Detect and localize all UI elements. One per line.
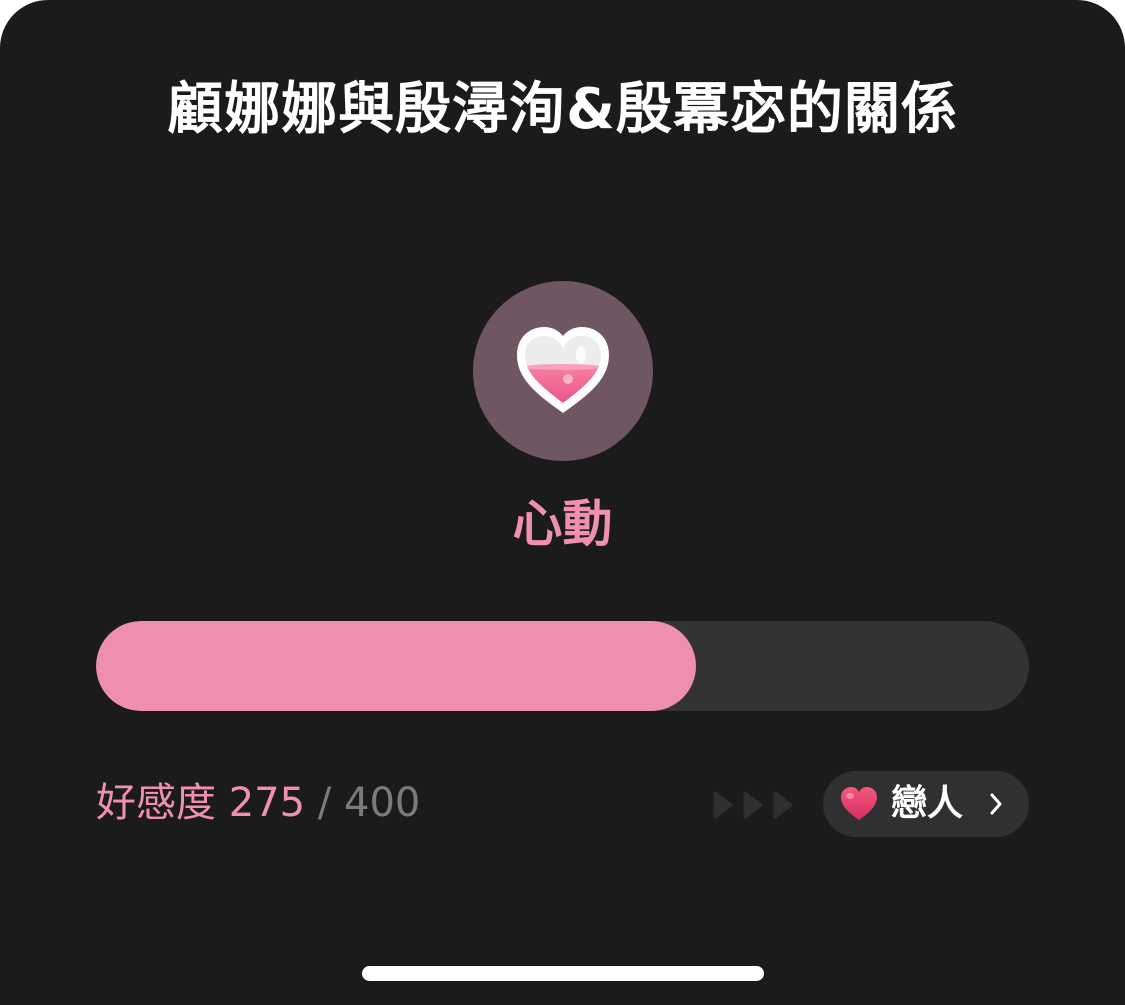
- affection-score: 好感度 275 / 400: [96, 776, 420, 830]
- heart-icon: [841, 787, 877, 820]
- play-arrow-icon: [773, 791, 793, 819]
- affection-separator: /: [317, 780, 332, 826]
- play-arrow-icon: [743, 791, 763, 819]
- chevron-right-icon: [990, 793, 1002, 815]
- level-label: 心動: [512, 495, 613, 553]
- next-level-label: 戀人: [891, 783, 964, 824]
- home-indicator[interactable]: [362, 966, 764, 981]
- relationship-sheet: 顧娜娜與殷潯洵&殷冪宓的關係 心動 好感度 275 / 400 戀人: [0, 0, 1125, 1005]
- page-title: 顧娜娜與殷潯洵&殷冪宓的關係: [167, 77, 958, 142]
- affection-max: 400: [344, 780, 421, 826]
- triple-play-arrows-icon: [712, 790, 794, 820]
- heart-potion-icon: [517, 327, 609, 413]
- level-badge: [473, 281, 653, 461]
- next-level-button[interactable]: 戀人: [823, 771, 1029, 837]
- affection-current: 275: [228, 780, 306, 826]
- affection-label: 好感度: [96, 780, 216, 826]
- play-arrow-icon: [713, 791, 733, 819]
- affection-progress-bar: [96, 621, 1029, 711]
- affection-progress-fill: [96, 621, 697, 711]
